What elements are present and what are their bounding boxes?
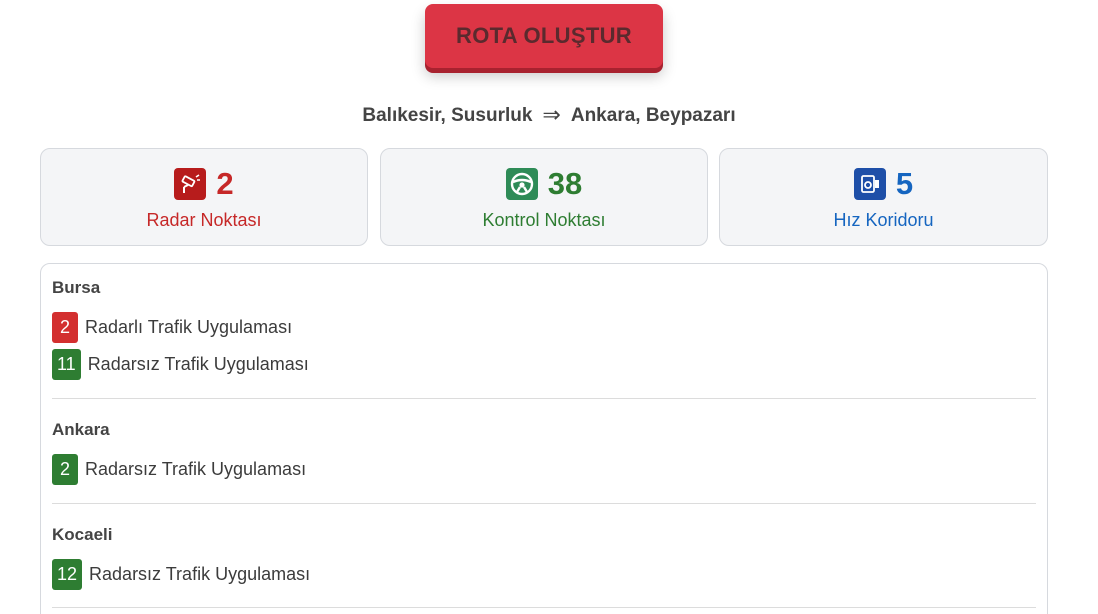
control-count-badge: 2 [52,453,78,485]
speed-corridor-card[interactable]: 5 Hız Koridoru [719,148,1048,246]
control-points-card[interactable]: 38 Kontrol Noktası [380,148,708,246]
route-destination: Ankara, Beypazarı [570,105,736,126]
list-item[interactable]: 2 Radarlı Trafik Uygulaması [52,311,1036,343]
speed-corridor-count: 5 [895,166,914,201]
entry-label: Radarsız Trafik Uygulaması [85,458,307,479]
control-count-badge: 12 [52,558,83,590]
divider [52,398,1036,399]
speed-corridor-icon [853,168,886,200]
route-arrow-icon: ⇒ [542,102,561,127]
stats-row: 2 Radar Noktası 38 Kontrol Noktası 5 Hız… [40,148,1048,246]
entry-label: Radarlı Trafik Uygulaması [85,316,293,337]
control-count-badge: 11 [52,348,81,380]
divider [52,607,1036,608]
steering-wheel-icon [505,168,538,200]
list-item[interactable]: 2 Radarsız Trafik Uygulaması [52,453,1036,485]
divider [52,503,1036,504]
route-summary-page: ROTA OLUŞTUR Balıkesir, Susurluk ⇒ Ankara,… [0,0,1098,614]
list-item[interactable]: 11 Radarsız Trafik Uygulaması [52,348,1036,380]
entry-label: Radarsız Trafik Uygulaması [89,563,311,584]
entry-label: Radarsız Trafik Uygulaması [87,353,309,374]
radar-points-label: Radar Noktası [146,210,262,230]
control-points-count: 38 [547,166,583,201]
speed-camera-icon [174,168,207,200]
control-points-label: Kontrol Noktası [482,210,606,230]
route-origin: Balıkesir, Susurluk [362,105,533,126]
radar-points-card[interactable]: 2 Radar Noktası [40,148,368,246]
route-summary: Balıkesir, Susurluk ⇒ Ankara, Beypazarı [0,101,1098,127]
city-name: Kocaeli [52,525,113,544]
create-route-button[interactable]: ROTA OLUŞTUR [425,4,663,68]
list-item[interactable]: 12 Radarsız Trafik Uygulaması [52,558,1036,590]
speed-corridor-label: Hız Koridoru [833,210,934,230]
city-section-ankara: Ankara 2 Radarsız Trafik Uygulaması [52,419,1036,485]
city-section-kocaeli: Kocaeli 12 Radarsız Trafik Uygulaması [52,524,1036,590]
city-name: Bursa [52,278,101,297]
city-name: Ankara [52,420,110,439]
radar-points-count: 2 [216,166,234,201]
city-breakdown-list: Bursa 2 Radarlı Trafik Uygulaması 11 Rad… [40,263,1048,614]
city-section-bursa: Bursa 2 Radarlı Trafik Uygulaması 11 Rad… [52,277,1036,380]
radar-count-badge: 2 [52,311,78,343]
